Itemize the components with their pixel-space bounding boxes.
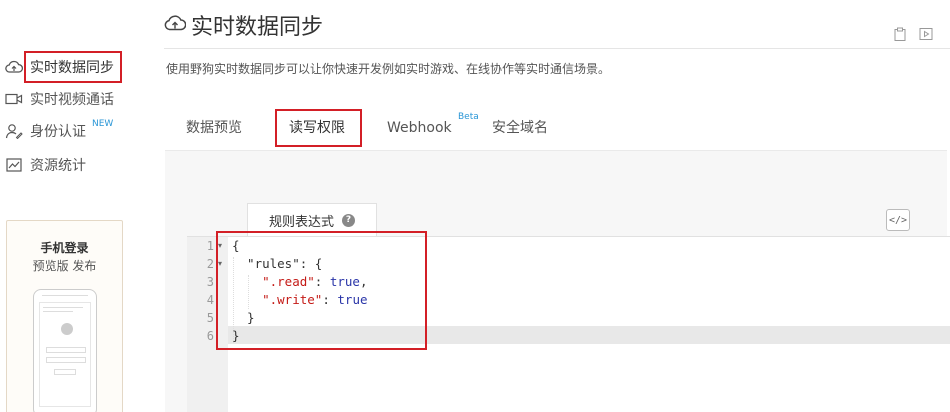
beta-badge: Beta (458, 112, 479, 122)
cloud-sync-icon (164, 14, 191, 36)
mobile-login-card[interactable]: 手机登录 预览版 发布 (6, 220, 123, 412)
highlight-box-tab (275, 109, 362, 147)
new-badge: NEW (92, 119, 114, 129)
top-toolbar (893, 26, 933, 41)
play-icon[interactable] (919, 26, 933, 40)
tab-webhook[interactable]: Webhook (387, 110, 452, 146)
tab-secure-domains[interactable]: 安全域名 (492, 110, 548, 146)
cloud-sync-icon (4, 58, 24, 76)
sidebar-item-label: 实时视频通话 (30, 92, 114, 108)
highlight-box-sidebar (24, 51, 122, 83)
header-divider (164, 48, 950, 49)
page-description: 使用野狗实时数据同步可以让你快速开发例如实时游戏、在线协作等实时通信场景。 (166, 62, 611, 76)
sidebar-item-label: 资源统计 (30, 158, 86, 174)
video-camera-icon (4, 90, 24, 108)
line-number: 3 (206, 275, 214, 289)
sidebar-item-label: 身份认证 (30, 124, 86, 140)
clipboard-icon[interactable] (893, 26, 907, 41)
sidebar-item-video-call[interactable]: 实时视频通话 (4, 84, 114, 114)
sidebar: 实时数据同步 实时视频通话 身份认证 NEW 资源统计 手机登录 预览版 发布 (0, 0, 140, 412)
sidebar-item-auth[interactable]: 身份认证 (4, 116, 86, 146)
mobile-login-title: 手机登录 (40, 241, 89, 255)
highlight-box-code (216, 231, 427, 350)
line-number: 2 (206, 257, 214, 271)
page-title: 实时数据同步 (191, 15, 324, 40)
phone-mockup-image (33, 289, 97, 412)
line-number: 4 (206, 293, 214, 307)
mobile-login-subtitle: 预览版 发布 (32, 259, 97, 273)
line-number: 6 (206, 329, 214, 343)
user-edit-icon (4, 122, 24, 140)
help-icon[interactable]: ? (342, 213, 355, 227)
line-number: 1 (206, 239, 214, 253)
page-header: 实时数据同步 (164, 8, 323, 42)
chart-icon (4, 156, 24, 174)
line-number: 5 (206, 311, 214, 325)
tab-data-preview[interactable]: 数据预览 (186, 110, 242, 146)
subtab-label: 规则表达式 (268, 214, 334, 230)
sidebar-item-stats[interactable]: 资源统计 (4, 150, 86, 180)
code-toggle-button[interactable]: </> (886, 209, 910, 231)
